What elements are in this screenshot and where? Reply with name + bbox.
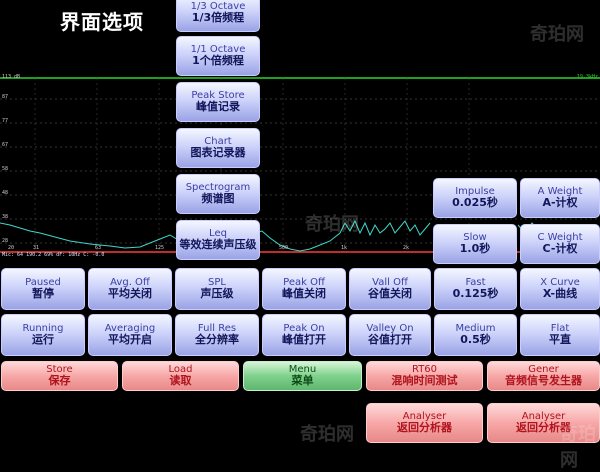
averaging-button[interactable]: Averaging 平均开启 [88, 314, 172, 356]
watermark-center: 奇珀网 [305, 214, 359, 235]
peak-store-zh: 峰值记录 [196, 100, 240, 114]
peak-on-zh: 峰值打开 [282, 333, 326, 347]
medium-zh: 0.5秒 [460, 333, 491, 347]
analyser-left-zh: 返回分析器 [397, 421, 452, 435]
chart-button[interactable]: Chart 图表记录器 [176, 128, 260, 168]
x-curve-zh: X-曲线 [542, 287, 578, 301]
page-title: 界面选项 [60, 10, 144, 34]
full-res-zh: 全分辨率 [195, 333, 239, 347]
running-button[interactable]: Running 运行 [1, 314, 85, 356]
fast-button[interactable]: Fast 0.125秒 [434, 268, 517, 310]
averaging-zh: 平均开启 [108, 333, 152, 347]
a-weight-zh: A-计权 [542, 196, 578, 210]
valley-on-zh: 谷值打开 [368, 333, 412, 347]
y-label-0: 87 [2, 94, 9, 100]
rt60-button[interactable]: RT60 混响时间测试 [366, 361, 483, 391]
c-weight-zh: C-计权 [542, 242, 578, 256]
y-label-6: 28 [2, 238, 9, 244]
flat-button[interactable]: Flat 平直 [520, 314, 600, 356]
store-button[interactable]: Store 保存 [1, 361, 118, 391]
impulse-button[interactable]: Impulse 0.025秒 [433, 178, 517, 218]
x-label-3: 125 [155, 245, 165, 251]
avg-off-zh: 平均关闭 [108, 287, 152, 301]
leq-zh: 等效连续声压级 [179, 238, 257, 252]
generator-zh: 音频信号发生器 [505, 374, 582, 388]
horizontal-gridlines [0, 98, 600, 244]
impulse-zh: 0.025秒 [452, 196, 498, 210]
y-label-4: 48 [2, 190, 9, 196]
plot-top-right-label: 19.3kHz [576, 74, 598, 80]
spl-button[interactable]: SPL 声压级 [175, 268, 259, 310]
medium-button[interactable]: Medium 0.5秒 [434, 314, 517, 356]
store-zh: 保存 [48, 374, 71, 388]
y-label-1: 77 [2, 118, 9, 124]
a-weight-button[interactable]: A Weight A-计权 [520, 178, 600, 218]
vall-off-zh: 谷值关闭 [368, 287, 412, 301]
x-label-5: 500 [279, 245, 289, 251]
c-weight-button[interactable]: C Weight C-计权 [520, 224, 600, 264]
x-label-7: 2k [403, 245, 410, 251]
load-zh: 读取 [169, 374, 192, 388]
flat-zh: 平直 [549, 333, 571, 347]
analyser-button-left[interactable]: Analyser 返回分析器 [366, 403, 483, 443]
y-label-2: 67 [2, 142, 9, 148]
octave-full-zh: 1个倍频程 [192, 54, 244, 68]
slow-button[interactable]: Slow 1.0秒 [433, 224, 517, 264]
spl-zh: 声压级 [200, 287, 234, 301]
spectrogram-button[interactable]: Spectrogram 频谱图 [176, 174, 260, 214]
avg-off-button[interactable]: Avg. Off 平均关闭 [88, 268, 172, 310]
peak-on-button[interactable]: Peak On 峰值打开 [262, 314, 346, 356]
watermark-bottom-right: 奇珀网 [560, 424, 596, 471]
x-label-1: 31 [33, 245, 40, 251]
fast-zh: 0.125秒 [452, 287, 499, 301]
mic-info-readout: Mic: 64 190.2 69% dF: 10Hz C: -0.0 [2, 252, 105, 258]
octave-full-button[interactable]: 1/1 Octave 1个倍频程 [176, 36, 260, 76]
generator-button[interactable]: Gener 音频信号发生器 [487, 361, 600, 391]
x-label-2: 63 [95, 245, 102, 251]
slow-zh: 1.0秒 [459, 242, 491, 256]
spectrogram-zh: 频谱图 [201, 192, 235, 206]
vall-off-button[interactable]: Vall Off 谷值关闭 [349, 268, 431, 310]
paused-button[interactable]: Paused 暂停 [1, 268, 85, 310]
x-label-0: 20 [8, 245, 15, 251]
rt60-zh: 混响时间测试 [391, 374, 458, 388]
y-label-5: 38 [2, 214, 9, 220]
load-button[interactable]: Load 读取 [122, 361, 239, 391]
x-curve-button[interactable]: X Curve X-曲线 [520, 268, 600, 310]
peak-store-button[interactable]: Peak Store 峰值记录 [176, 82, 260, 122]
full-res-button[interactable]: Full Res 全分辨率 [175, 314, 259, 356]
peak-off-zh: 峰值关闭 [282, 287, 326, 301]
octave-third-button[interactable]: 1/3 Octave 1/3倍频程 [176, 0, 260, 32]
watermark-bottom: 奇珀网 [300, 424, 354, 445]
valley-on-button[interactable]: Valley On 谷值打开 [349, 314, 431, 356]
peak-off-button[interactable]: Peak Off 峰值关闭 [262, 268, 346, 310]
watermark-top-right: 奇珀网 [530, 24, 584, 45]
octave-third-zh: 1/3倍频程 [191, 11, 245, 25]
menu-zh: 菜单 [291, 374, 314, 388]
y-label-3: 58 [2, 166, 9, 172]
running-zh: 运行 [32, 333, 54, 347]
leq-button[interactable]: Leq 等效连续声压级 [176, 220, 260, 260]
paused-zh: 暂停 [32, 287, 54, 301]
chart-zh: 图表记录器 [190, 146, 246, 160]
menu-button[interactable]: Menu 菜单 [243, 361, 362, 391]
x-label-6: 1k [341, 245, 348, 251]
plot-top-left-label: 113 dB [2, 74, 21, 80]
